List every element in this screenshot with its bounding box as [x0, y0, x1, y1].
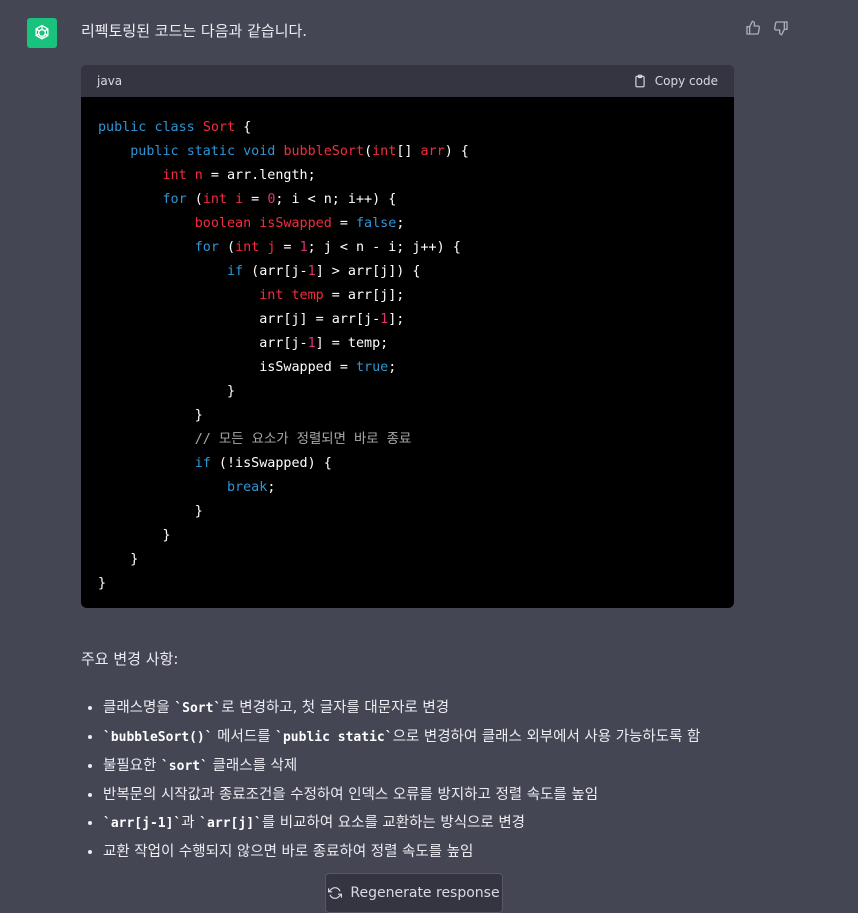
code-line: public static void bubbleSort(int[] arr)…	[130, 144, 469, 159]
inline-code: `bubbleSort()`	[103, 730, 213, 745]
code-line: }	[98, 384, 236, 399]
code-line: public class Sort {	[98, 120, 252, 135]
code-line: arr[j-1] = temp;	[98, 336, 389, 351]
code-line: // 모든 요소가 정렬되면 바로 종료	[98, 432, 412, 447]
changes-list: 클래스명을 `Sort`로 변경하고, 첫 글자를 대문자로 변경`bubble…	[81, 694, 803, 866]
openai-logo-icon	[35, 24, 49, 40]
change-text: 불필요한	[103, 758, 161, 774]
code-block: java Copy code public class Sort { publi…	[81, 65, 734, 608]
thumbs-up-icon[interactable]	[745, 20, 761, 36]
code-line: }	[98, 528, 171, 543]
code-line: if (arr[j-1] > arr[j]) {	[227, 264, 421, 279]
code-line: }	[98, 504, 203, 519]
code-line: if (!isSwapped) {	[194, 456, 332, 471]
change-item: 불필요한 `sort` 클래스를 삭제	[103, 752, 803, 781]
inline-code: `public static`	[275, 730, 393, 745]
inline-code: `sort`	[160, 759, 208, 774]
change-text: 으로 변경하여 클래스 외부에서 사용 가능하도록 함	[392, 729, 701, 745]
change-item: 교환 작업이 수행되지 않으면 바로 종료하여 정렬 속도를 높임	[103, 838, 803, 866]
change-text: 클래스를 삭제	[207, 758, 298, 774]
change-text: 로 변경하고, 첫 글자를 대문자로 변경	[221, 700, 450, 716]
assistant-avatar	[27, 18, 57, 48]
code-line: }	[98, 408, 203, 423]
code-line: break;	[227, 480, 276, 495]
copy-code-button[interactable]: Copy code	[633, 74, 718, 88]
message-intro: 리펙토링된 코드는 다음과 같습니다.	[81, 22, 308, 40]
code-line: int temp = arr[j];	[259, 288, 405, 303]
refresh-icon	[328, 887, 343, 899]
change-text: 를 비교하여 요소를 교환하는 방식으로 변경	[261, 815, 526, 831]
change-text: 과	[181, 815, 200, 831]
code-line: for (int j = 1; j < n - i; j++) {	[194, 240, 461, 255]
code-line: }	[98, 552, 139, 567]
code-line: }	[98, 576, 107, 591]
thumbs-down-icon[interactable]	[773, 20, 789, 36]
inline-code: `arr[j-1]`	[103, 816, 182, 831]
change-text: 클래스명을	[103, 700, 175, 716]
change-item: `arr[j-1]`과 `arr[j]`를 비교하여 요소를 교환하는 방식으로…	[103, 809, 803, 838]
code-language-label: java	[97, 74, 123, 88]
regenerate-label: Regenerate response	[350, 885, 500, 901]
change-item: 반복문의 시작값과 종료조건을 수정하여 인덱스 오류를 방지하고 정렬 속도를…	[103, 781, 803, 809]
change-text: 반복문의 시작값과 종료조건을 수정하여 인덱스 오류를 방지하고 정렬 속도를…	[103, 787, 599, 803]
copy-code-label: Copy code	[654, 74, 718, 88]
inline-code: `Sort`	[174, 701, 222, 716]
inline-code: `arr[j]`	[199, 816, 262, 831]
code-line: boolean isSwapped = false;	[194, 216, 405, 231]
code-content: public class Sort { public static void b…	[81, 97, 734, 608]
code-line: int n = arr.length;	[162, 168, 316, 183]
code-line: arr[j] = arr[j-1];	[98, 312, 405, 327]
clipboard-icon	[635, 74, 645, 88]
regenerate-button[interactable]: Regenerate response	[325, 873, 503, 913]
code-header: java Copy code	[81, 65, 734, 97]
changes-title: 주요 변경 사항:	[81, 650, 179, 668]
change-item: `bubbleSort()` 메서드를 `public static`으로 변경…	[103, 723, 803, 752]
change-text: 교환 작업이 수행되지 않으면 바로 종료하여 정렬 속도를 높임	[103, 844, 474, 860]
code-line: isSwapped = true;	[98, 360, 397, 375]
change-item: 클래스명을 `Sort`로 변경하고, 첫 글자를 대문자로 변경	[103, 694, 803, 723]
code-line: for (int i = 0; i < n; i++) {	[162, 192, 397, 207]
feedback-buttons	[745, 20, 789, 36]
change-text: 메서드를	[212, 729, 276, 745]
